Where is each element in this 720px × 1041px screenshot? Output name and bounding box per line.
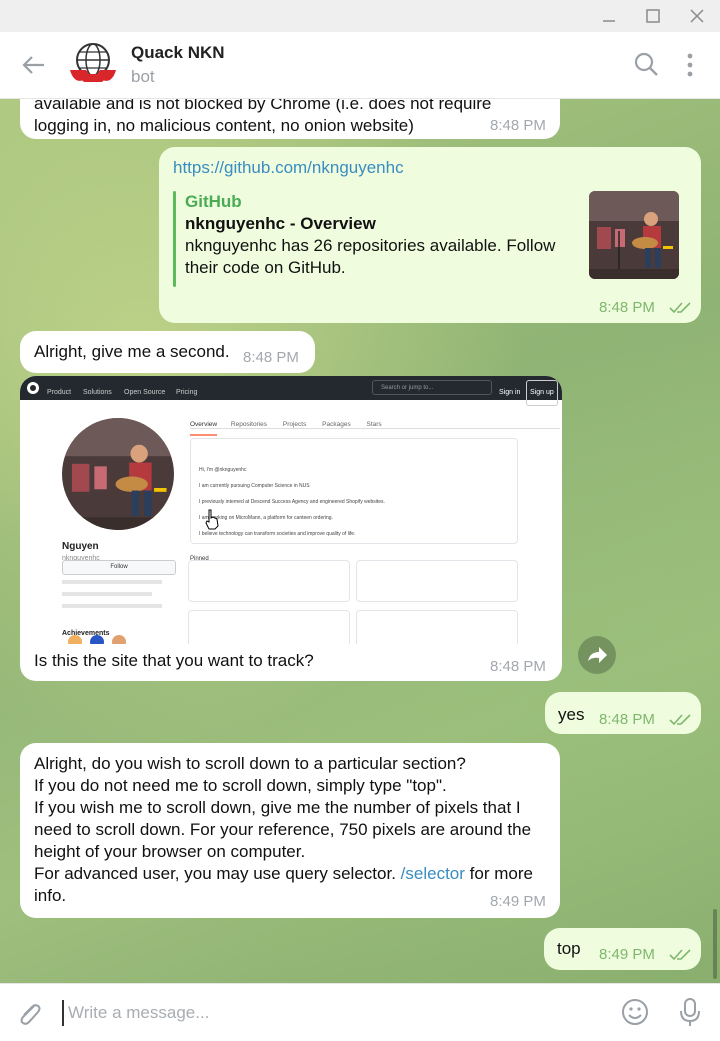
hand-cursor-icon	[205, 509, 219, 530]
bot-avatar[interactable]	[66, 40, 118, 92]
message-text-line: logging in, no malicious content, no oni…	[34, 116, 414, 135]
gh-nav-item: Solutions	[83, 389, 112, 396]
maximize-button[interactable]	[630, 0, 676, 32]
attach-button[interactable]	[14, 998, 44, 1028]
gh-tabs: Overview Repositories Projects Packages …	[190, 414, 382, 436]
search-button[interactable]	[632, 50, 662, 80]
message-bubble[interactable]: https://github.com/nkngu​yenhc GitHub nk…	[159, 147, 701, 323]
message-text: Alright, give me a second.	[34, 342, 230, 361]
message-text-line: Alright, do you wish to scroll down to a…	[34, 754, 466, 773]
globe-duck-logo-icon	[70, 43, 116, 82]
message-text: yes	[558, 705, 585, 724]
message-text-line: height of your browser on computer.	[34, 842, 306, 861]
minimize-icon	[603, 20, 615, 22]
gh-nav-item: Pricing	[176, 389, 198, 396]
close-window-button[interactable]	[674, 0, 720, 32]
back-arrow-icon	[22, 56, 44, 74]
emoji-button[interactable]	[620, 996, 652, 1028]
more-vertical-icon	[687, 53, 693, 77]
maximize-icon	[646, 9, 660, 23]
gh-nav-item: Product	[47, 389, 72, 396]
message-list[interactable]: available and is not blocked by Chrome (…	[0, 99, 720, 983]
more-menu-button[interactable]	[676, 50, 706, 80]
message-bubble[interactable]: yes 8:48 PM	[545, 692, 701, 734]
gh-follow-button: Follow	[62, 560, 176, 575]
message-text-line: available and is not blocked by Chrome (…	[34, 99, 492, 113]
message-bubble[interactable]: available and is not blocked by Chrome (…	[20, 99, 560, 139]
gh-navbar: Product Solutions Open Source Pricing Se…	[20, 376, 562, 406]
message-text-line: For advanced user, you may use query sel…	[34, 864, 533, 883]
gh-pinned-repo	[356, 610, 518, 644]
message-bubble[interactable]: Alright, do you wish to scroll down to a…	[20, 743, 560, 918]
gh-pinned-repo	[188, 610, 350, 644]
scrollbar-thumb[interactable]	[713, 909, 717, 979]
message-time: 8:49 PM	[490, 893, 546, 910]
message-bubble[interactable]: Product Solutions Open Source Pricing Se…	[20, 376, 562, 681]
message-text-line: If you do not need me to scroll down, si…	[34, 776, 447, 795]
gh-sign-in: Sign in	[499, 389, 521, 396]
chat-subtitle: bot	[131, 67, 155, 86]
gh-sign-up: Sign up	[526, 380, 558, 406]
gh-search-box: Search or jump to...	[372, 380, 492, 395]
message-time: 8:48 PM	[490, 117, 546, 134]
gh-nav-item: Open Source	[124, 389, 166, 396]
forward-icon	[588, 647, 607, 663]
back-button[interactable]	[18, 50, 52, 80]
message-text-line: need to scroll down. For your reference,…	[34, 820, 532, 839]
gh-profile-photo	[62, 418, 174, 530]
selector-command-link[interactable]: /selector	[401, 864, 465, 883]
emoji-icon	[622, 999, 648, 1025]
message-time: 8:49 PM	[599, 946, 655, 963]
website-screenshot[interactable]: Product Solutions Open Source Pricing Se…	[20, 376, 562, 644]
profile-photo-image	[589, 191, 679, 279]
message-time: 8:48 PM	[599, 711, 655, 728]
gh-pinned-repo	[188, 560, 350, 602]
link-preview-site[interactable]: GitHub	[185, 191, 242, 213]
link-preview-accent	[173, 191, 176, 287]
message-text-line: info.	[34, 886, 67, 905]
message-input[interactable]: Write a message...	[62, 1000, 568, 1026]
github-logo-icon	[27, 382, 39, 394]
message-bubble[interactable]: Alright, give me a second. 8:48 PM	[20, 331, 315, 373]
message-time: 8:48 PM	[243, 349, 299, 366]
message-time: 8:48 PM	[599, 299, 655, 316]
message-time: 8:48 PM	[490, 658, 546, 675]
double-check-icon	[669, 302, 691, 314]
forward-button[interactable]	[578, 636, 616, 674]
double-check-icon	[669, 949, 691, 961]
minimize-button[interactable]	[586, 0, 632, 32]
link-preview-thumbnail[interactable]	[589, 191, 679, 279]
profile-photo-image	[62, 418, 174, 530]
message-text-line: If you wish me to scroll down, give me t…	[34, 798, 521, 817]
gh-readme: Hi, I'm @nkng​uyenhc I am currently purs…	[190, 438, 518, 544]
chat-title[interactable]: Quack NKN	[131, 43, 225, 63]
microphone-icon	[680, 998, 700, 1026]
voice-message-button[interactable]	[676, 996, 706, 1028]
message-caption: Is this the site that you want to track?	[34, 651, 314, 670]
double-check-icon	[669, 714, 691, 726]
link-preview-description: nkng​uyenhc has 26 repositories availabl…	[185, 236, 556, 277]
link-preview-title[interactable]: nkng​uyenhc - Overview	[185, 213, 376, 235]
paperclip-icon	[20, 1004, 41, 1025]
search-icon	[634, 52, 658, 76]
message-text: top	[557, 939, 581, 958]
close-icon	[690, 9, 704, 23]
gh-pinned-repo	[356, 560, 518, 602]
window-titlebar	[0, 0, 720, 32]
chat-header: Quack NKN bot	[0, 32, 720, 99]
message-link[interactable]: https://github.com/nkngu​yenhc	[173, 157, 404, 179]
message-bubble[interactable]: top 8:49 PM	[544, 928, 701, 970]
message-composer: Write a message...	[0, 983, 720, 1041]
